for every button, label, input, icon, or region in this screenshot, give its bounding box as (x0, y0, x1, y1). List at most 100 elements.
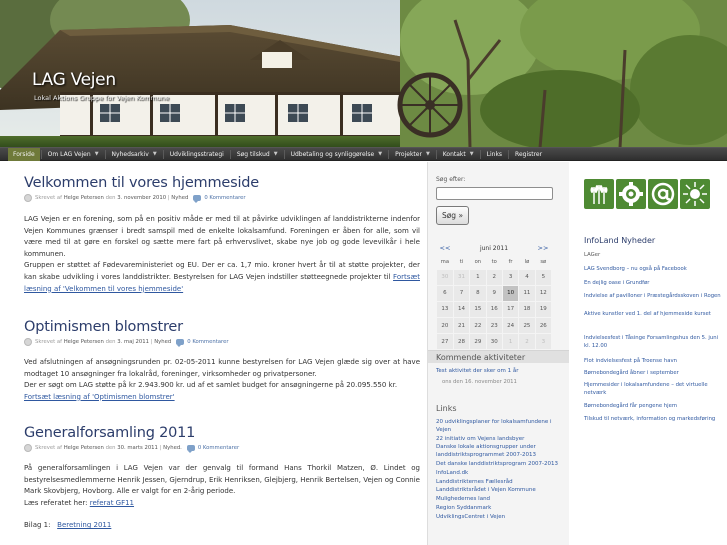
nav-item[interactable]: Links (482, 148, 507, 161)
sun-logo-icon[interactable] (680, 179, 710, 209)
post-paragraph: På generalforsamlingen i LAG Vejen var d… (24, 464, 420, 496)
meta-date: 3. november 2010 (117, 195, 167, 201)
calendar-widget: << juni 2011 >> ma ti on to fr lø sø 30 31 1 2 3 4 5… (436, 242, 553, 351)
calendar-week: 13 14 15 16 17 18 19 (436, 300, 553, 319)
infoland-news-link[interactable]: En dejlig oase i Grundfør (584, 279, 724, 287)
links-list: 20 udviklingsplaner for lokalsamfundene … (436, 419, 562, 523)
sidebar-link[interactable]: Det danske landdistriktsprogram 2007-201… (436, 461, 562, 469)
meta-author[interactable]: Helge Petersen (64, 195, 104, 201)
nav-separator (229, 149, 231, 159)
calendar-day: 22 (469, 317, 487, 335)
meta-by: Skrevet af (35, 195, 63, 201)
sidebar-link[interactable]: Mulighedernes land (436, 496, 562, 504)
sidebar-link[interactable]: Landdistrikternes Fællesråd (436, 479, 562, 487)
site-title[interactable]: LAG Vejen (32, 70, 116, 90)
calendar-prev-link[interactable]: << (436, 244, 454, 252)
post-paragraph: Fortsæt læsning af 'Optimismen blomstrer… (24, 392, 420, 404)
author-icon (24, 194, 32, 202)
calendar-weekday: fr (508, 259, 513, 266)
comment-bubble-icon (186, 445, 195, 453)
gear-logo-icon[interactable] (616, 179, 646, 209)
infoland-news-link[interactable]: Hjemmesider i lokalsamfundene – det virt… (584, 381, 724, 397)
calendar-next-link[interactable]: >> (534, 244, 552, 252)
meta-separator: | (159, 445, 162, 451)
calendar-day: 30 (485, 333, 503, 351)
search-label: Søg efter: (436, 176, 466, 183)
chevron-down-icon: ▼ (469, 150, 474, 157)
calendar-grid: ma ti on to fr lø sø 30 31 1 2 3 4 5 6 7 8 9 10 11 12 13 14 15… (436, 256, 553, 351)
comment-bubble-icon (193, 195, 202, 203)
nav-item-label: Nyhedsarkiv (111, 150, 149, 158)
infoland-news-link[interactable]: LAG Svendborg – nu også på Facebook (584, 265, 724, 273)
nav-item[interactable]: Udbetaling og synliggørelse ▼ (286, 148, 387, 161)
post-paragraph: Gruppen er støttet af Fødevareministerie… (24, 260, 420, 295)
meta-category[interactable]: Nyhed. (163, 445, 182, 451)
search-button[interactable]: Søg » (436, 206, 469, 225)
minutes-link[interactable]: referat GF11 (90, 499, 134, 507)
calendar-day: 1 (469, 268, 487, 286)
activities-heading: Kommende aktiviteter (428, 350, 569, 363)
post-text: Læs referatet her: (24, 498, 90, 507)
chevron-down-icon: ▼ (94, 150, 99, 157)
meta-comments[interactable]: 0 Kommentarer (198, 445, 239, 451)
post-paragraph: Bilag 1: Beretning 2011 (24, 520, 420, 532)
infoland-news-link[interactable]: Flot indvielsesfest på Troense havn (584, 357, 724, 365)
sidebar-link[interactable]: Region Syddanmark (436, 505, 562, 513)
infoland-news-link[interactable]: Børnebondegård åbner i september (584, 369, 724, 377)
infoland-news-link[interactable]: Indvielse af pavilloner i Præstegårdssko… (584, 292, 724, 300)
post-meta: Skrevet af Helge Petersen den 3. maj 201… (24, 338, 420, 347)
infoland-news-link[interactable]: Indvielsesfest i Tåsinge Forsamlingshus … (584, 334, 724, 350)
calendar-weekday: ma (440, 259, 450, 266)
infoland-news-link[interactable]: Aktive kunstler ved 1. del af hjemmeside… (584, 310, 724, 318)
nav-item[interactable]: Forside (8, 147, 40, 161)
calendar-day: 29 (469, 333, 487, 351)
post-title[interactable]: Optimismen blomstrer (24, 319, 420, 335)
meta-author[interactable]: Helge Petersen (64, 445, 104, 451)
sidebar-link[interactable]: 22 initiativ om Vejens landsbyer (436, 436, 562, 444)
sidebar-link[interactable]: UdviklingsCentret i Vejen (436, 514, 562, 522)
nav-item[interactable]: Kontakt ▼ (438, 148, 479, 161)
infoland-news-link[interactable]: Tilskud til netværk, information og mark… (584, 415, 724, 423)
nav-item[interactable]: Registrer (510, 148, 547, 161)
site-description: Lokal Aktions Gruppe for Vejen Kommune (34, 94, 170, 102)
search-input[interactable] (436, 187, 553, 200)
read-more-link[interactable]: Fortsæt læsning af 'Optimismen blomstrer… (24, 393, 175, 401)
sidebar-link[interactable]: Landdistriktsrådet i Vejen Kommune (436, 487, 562, 495)
post-title[interactable]: Velkommen til vores hjemmeside (24, 175, 420, 191)
meta-category[interactable]: Nyhed (171, 195, 188, 201)
at-sign-logo-icon[interactable] (648, 179, 678, 209)
activity-link[interactable]: Test aktivitet der sker om 1 år (436, 368, 562, 376)
nav-item[interactable]: Projekter ▼ (390, 148, 435, 161)
calendar-day: 2 (485, 268, 503, 286)
calendar-weekday: ti (459, 259, 464, 266)
post-paragraph: Ved afslutningen af ansøgningsrunden pr.… (24, 358, 420, 378)
meta-author[interactable]: Helge Petersen (64, 339, 104, 345)
calendar-day: 9 (485, 284, 503, 302)
nav-item[interactable]: Udviklingsstrategi (165, 148, 229, 161)
calendar-weekday: on (474, 259, 482, 266)
post-paragraph: Læs referatet her: referat GF11 (24, 498, 420, 510)
sidebar-link[interactable]: InfoLand.dk (436, 470, 562, 478)
wheat-logo-icon[interactable] (584, 179, 614, 209)
nav-separator (283, 149, 285, 159)
main-content: Velkommen til vores hjemmeside Skrevet a… (15, 162, 420, 545)
calendar-day: 3 (501, 268, 520, 286)
meta-comments[interactable]: 0 Kommentarer (187, 339, 228, 345)
calendar-day: 12 (534, 284, 553, 302)
nav-item[interactable]: Søg tilskud ▼ (232, 148, 283, 161)
calendar-day: 7 (452, 284, 471, 302)
nav-item-label: Søg tilskud (236, 150, 270, 158)
post-title[interactable]: Generalforsamling 2011 (24, 425, 420, 441)
sidebar-link[interactable]: Danske lokale aktionsgrupper under landd… (436, 444, 562, 460)
nav-separator (508, 149, 510, 159)
attachment-link[interactable]: Beretning 2011 (57, 521, 111, 529)
nav-item[interactable]: Nyhedsarkiv ▼ (107, 148, 162, 161)
meta-comments[interactable]: 0 Kommentarer (204, 195, 245, 201)
calendar-day: 30 (436, 268, 454, 286)
sidebar-link[interactable]: 20 udviklingsplaner for lokalsamfundene … (436, 419, 562, 435)
chevron-down-icon: ▼ (152, 150, 157, 157)
infoland-news-link[interactable]: Børnebondegård får pengene hjem (584, 402, 724, 410)
meta-category[interactable]: Nyhed (154, 339, 171, 345)
calendar-header: << juni 2011 >> (436, 242, 552, 254)
nav-item[interactable]: Om LAG Vejen ▼ (43, 148, 104, 161)
